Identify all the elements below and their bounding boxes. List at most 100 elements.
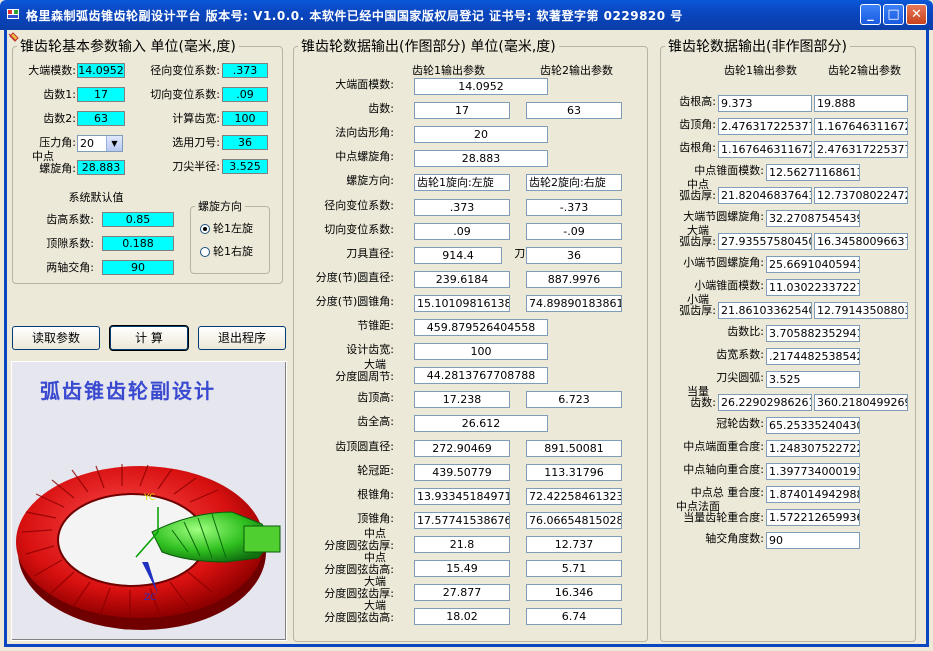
output1-gear2-value[interactable]: 6.723 — [526, 391, 622, 408]
output1-gear1-value[interactable]: 15.1010981613855 — [414, 295, 510, 312]
output1-gear2-value[interactable]: 76.0665481502871 — [526, 512, 622, 529]
output2-value[interactable]: 32.2708754543921 — [766, 210, 860, 227]
output1-gear2-value[interactable]: 5.71 — [526, 560, 622, 577]
dropdown-arrow-icon[interactable]: ▼ — [106, 136, 122, 151]
maximize-button[interactable]: □ — [883, 4, 904, 25]
output1-col2-header: 齿轮2输出参数 — [540, 64, 613, 77]
output1-gear1-value[interactable]: 914.4 — [414, 247, 502, 264]
output2-gear1-value[interactable]: 2.47631722537795 — [718, 118, 812, 135]
field-radial-shift[interactable]: .373 — [222, 63, 268, 78]
field-shaft-angle[interactable]: 90 — [102, 260, 174, 275]
output2-gear2-value[interactable]: 1.16764631167255 — [814, 118, 908, 135]
radio-left-hand[interactable]: 轮1左旋 — [200, 220, 253, 236]
field-module[interactable]: 14.0952 — [77, 63, 125, 78]
output2-value[interactable]: 11.0302233722733 — [766, 279, 860, 296]
output1-gear2-value[interactable]: 16.346 — [526, 584, 622, 601]
output2-value[interactable]: 1.39773400019357 — [766, 463, 860, 480]
output2-label: 轴交角度数: — [705, 532, 764, 545]
output1-gear2-value[interactable]: 113.31796 — [526, 464, 622, 481]
output1-gear1-value[interactable]: 21.8 — [414, 536, 510, 553]
output1-value[interactable]: 44.2813767708788 — [414, 367, 548, 384]
output2-gear1-value[interactable]: 9.373 — [718, 95, 812, 112]
output1-gear1-value[interactable]: 27.877 — [414, 584, 510, 601]
field-clearance-coef[interactable]: 0.188 — [102, 236, 174, 251]
output1-gear2-value[interactable]: 12.737 — [526, 536, 622, 553]
output2-label: 弧齿厚: — [679, 189, 716, 202]
output1-value[interactable]: 100 — [414, 343, 548, 360]
minimize-button[interactable]: _ — [860, 4, 881, 25]
output2-value[interactable]: 12.5627116861360 — [766, 164, 860, 181]
output1-gear2-value[interactable]: 齿轮2旋向:右旋 — [526, 174, 622, 191]
output1-gear2-value[interactable]: 6.74 — [526, 608, 622, 625]
output2-gear2-value[interactable]: 12.7914350880385 — [814, 302, 908, 319]
output1-gear1-value[interactable]: 272.90469 — [414, 440, 510, 457]
output2-value[interactable]: 25.6691040594147 — [766, 256, 860, 273]
output1-gear1-value[interactable]: 18.02 — [414, 608, 510, 625]
output1-value[interactable]: 459.879526404558 — [414, 319, 548, 336]
output2-gear1-value[interactable]: 21.8204683764397 — [718, 187, 812, 204]
output1-gear2-value[interactable]: 36 — [526, 247, 622, 264]
field-tip-radius[interactable]: 3.525 — [222, 159, 268, 174]
output1-label: 法向齿形角: — [335, 126, 394, 139]
output2-label: 齿数: — [690, 396, 716, 409]
output1-value[interactable]: 28.883 — [414, 150, 548, 167]
output2-gear1-value[interactable]: 27.9355758045062 — [718, 233, 812, 250]
output2-label: 冠轮齿数: — [716, 417, 764, 430]
output1-gear1-value[interactable]: 15.49 — [414, 560, 510, 577]
output2-gear1-value[interactable]: 21.8610336254020 — [718, 302, 812, 319]
exit-button[interactable]: 退出程序 — [198, 326, 286, 350]
bevel-gear-illustration: YC ZC — [16, 464, 281, 630]
pressure-angle-select[interactable]: 20 ▼ — [77, 135, 123, 152]
output1-value[interactable]: 26.612 — [414, 415, 548, 432]
field-face-width[interactable]: 100 — [222, 111, 268, 126]
read-params-button[interactable]: 读取参数 — [12, 326, 100, 350]
output1-gear1-value[interactable]: 239.6184 — [414, 271, 510, 288]
output2-gear2-value[interactable]: 360.218049926940 — [814, 394, 908, 411]
output2-gear2-value[interactable]: 16.3458009663727 — [814, 233, 908, 250]
label-mid-helix-2: 螺旋角: — [39, 162, 76, 175]
output2-value[interactable]: .217448253854271 — [766, 348, 860, 365]
output2-value[interactable]: 1.57221265993639 — [766, 509, 860, 526]
output2-value[interactable]: 3.70588235294118 — [766, 325, 860, 342]
output2-gear1-value[interactable]: 1.16764631167255 — [718, 141, 812, 158]
output1-gear1-value[interactable]: 439.50779 — [414, 464, 510, 481]
output1-gear2-value[interactable]: 72.4225846132367 — [526, 488, 622, 505]
output1-gear1-value[interactable]: .09 — [414, 223, 510, 240]
output1-value[interactable]: 14.0952 — [414, 78, 548, 95]
output2-gear1-value[interactable]: 26.2290298626117 — [718, 394, 812, 411]
field-teeth2[interactable]: 63 — [77, 111, 125, 126]
radio-right-hand[interactable]: 轮1右旋 — [200, 243, 253, 259]
output2-value[interactable]: 1.24830752272230 — [766, 440, 860, 457]
output1-gear1-value[interactable]: 17.238 — [414, 391, 510, 408]
output1-gear1-value[interactable]: 17.5774153867633 — [414, 512, 510, 529]
output1-gear2-value[interactable]: 63 — [526, 102, 622, 119]
field-cutter-number[interactable]: 36 — [222, 135, 268, 150]
output2-gear2-value[interactable]: 19.888 — [814, 95, 908, 112]
output2-value[interactable]: 65.2533524043018 — [766, 417, 860, 434]
output1-gear1-value[interactable]: 13.9334518497129 — [414, 488, 510, 505]
output1-value[interactable]: 20 — [414, 126, 548, 143]
output1-gear1-value[interactable]: .373 — [414, 199, 510, 216]
calculate-button[interactable]: 计 算 — [109, 325, 189, 351]
output2-value[interactable]: 1.87401494298860 — [766, 486, 860, 503]
output2-gear2-value[interactable]: 12.7370802247255 — [814, 187, 908, 204]
title-bar: 格里森制弧齿锥齿轮副设计平台 版本号: V1.0.0. 本软件已经中国国家版权局… — [0, 0, 933, 30]
output1-gear1-value[interactable]: 17 — [414, 102, 510, 119]
field-tangential-shift[interactable]: .09 — [222, 87, 268, 102]
output2-gear2-value[interactable]: 2.47631722537795 — [814, 141, 908, 158]
output1-gear2-value[interactable]: 891.50081 — [526, 440, 622, 457]
field-mid-helix[interactable]: 28.883 — [77, 160, 125, 175]
output2-value[interactable]: 3.525 — [766, 371, 860, 388]
output1-gear2-value[interactable]: -.09 — [526, 223, 622, 240]
output2-label: 齿宽系数: — [716, 348, 764, 361]
output2-value[interactable]: 90 — [766, 532, 860, 549]
field-teeth1[interactable]: 17 — [77, 87, 125, 102]
output1-gear2-value[interactable]: 887.9976 — [526, 271, 622, 288]
close-button[interactable]: ✕ — [906, 4, 927, 25]
input-legend: 锥齿轮基本参数输入 单位(毫米,度) — [20, 39, 236, 55]
output1-gear1-value[interactable]: 齿轮1旋向:左旋 — [414, 174, 510, 191]
defaults-title: 系统默认值 — [68, 191, 124, 204]
output1-gear2-value[interactable]: 74.8989018386145 — [526, 295, 622, 312]
field-addendum-coef[interactable]: 0.85 — [102, 212, 174, 227]
output1-gear2-value[interactable]: -.373 — [526, 199, 622, 216]
